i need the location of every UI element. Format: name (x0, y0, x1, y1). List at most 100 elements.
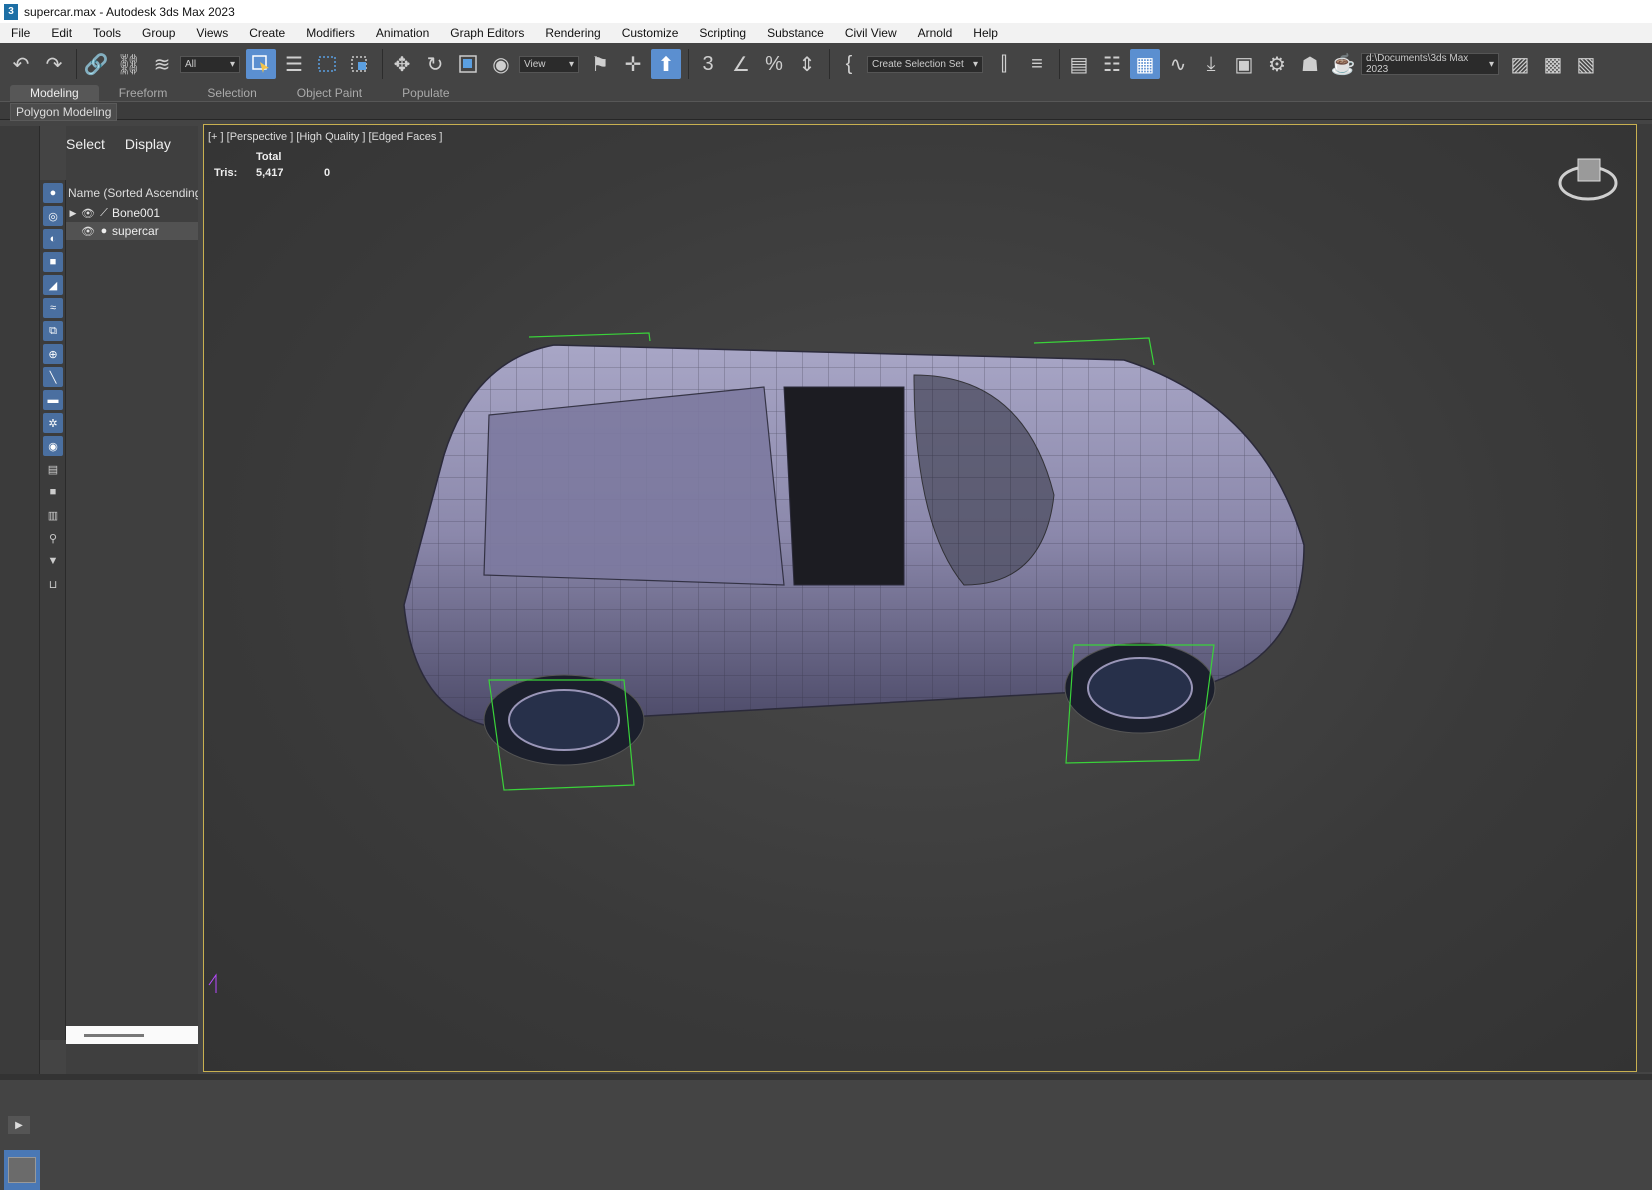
workspace-icon[interactable]: ▩ (1538, 49, 1568, 79)
helpers-filter-icon[interactable]: ◢ (43, 275, 63, 295)
menu-edit[interactable]: Edit (40, 26, 82, 40)
tab-display[interactable]: Display (125, 136, 171, 152)
material-editor-icon[interactable]: ▣ (1229, 49, 1259, 79)
menu-customize[interactable]: Customize (611, 26, 689, 40)
scene-explorer-toggle-icon[interactable]: ▤ (1064, 49, 1094, 79)
horizontal-scrollbar[interactable] (66, 1026, 198, 1044)
frozen-filter-icon[interactable]: ✲ (43, 413, 63, 433)
menu-graph-editors[interactable]: Graph Editors (439, 26, 534, 40)
shapes-filter-icon[interactable]: ◎ (43, 206, 63, 226)
menu-create[interactable]: Create (238, 26, 295, 40)
select-manipulate-icon[interactable]: ✛ (618, 49, 648, 79)
reference-coordinate-value: View (524, 58, 546, 70)
snaps-toggle-icon[interactable]: 3 (693, 49, 723, 79)
layer-icon[interactable]: ▤ (43, 459, 63, 479)
menu-substance[interactable]: Substance (756, 26, 834, 40)
percent-snap-icon[interactable]: % (759, 49, 789, 79)
rendered-frame-window-icon[interactable]: ☗ (1295, 49, 1325, 79)
cameras-filter-icon[interactable]: ■ (43, 252, 63, 272)
selection-filter-dropdown[interactable]: All ▾ (180, 55, 240, 73)
rotate-icon[interactable]: ↻ (420, 49, 450, 79)
tab-populate[interactable]: Populate (382, 85, 469, 101)
menu-group[interactable]: Group (131, 26, 185, 40)
geometry-filter-icon[interactable]: ● (43, 183, 63, 203)
list-item[interactable]: ▶ 👁 ⟋ Bone001 (66, 204, 198, 222)
menu-animation[interactable]: Animation (365, 26, 439, 40)
undo-icon[interactable]: ↶ (6, 49, 36, 79)
render-production-icon[interactable]: ☕ (1328, 49, 1358, 79)
explorer-settings-icon[interactable]: ⊔ (43, 574, 63, 594)
move-icon[interactable]: ✥ (387, 49, 417, 79)
curve-editor-icon[interactable]: ∿ (1163, 49, 1193, 79)
visibility-eye-icon[interactable]: 👁 (80, 207, 96, 220)
visibility-eye-icon[interactable]: 👁 (80, 225, 96, 238)
perspective-viewport[interactable]: [+ ] [Perspective ] [High Quality ] [Edg… (203, 124, 1637, 1072)
display-all-icon[interactable]: ■ (43, 482, 63, 502)
scale-icon[interactable] (453, 49, 483, 79)
xrefs-filter-icon[interactable]: ⊕ (43, 344, 63, 364)
window-crossing-icon[interactable] (345, 49, 375, 79)
menu-civil-view[interactable]: Civil View (834, 26, 907, 40)
scene-explorer: Select Display Name (Sorted Ascending) ▶… (66, 126, 198, 1074)
place-icon[interactable]: ◉ (486, 49, 516, 79)
tab-freeform[interactable]: Freeform (99, 85, 188, 101)
mirror-icon[interactable]: ⫿ (989, 49, 1019, 79)
display-none-icon[interactable]: ▥ (43, 505, 63, 525)
menu-arnold[interactable]: Arnold (907, 26, 963, 40)
menu-views[interactable]: Views (185, 26, 238, 40)
filter-options-icon[interactable]: ⚲ (43, 528, 63, 548)
column-header-name[interactable]: Name (Sorted Ascending) (68, 186, 198, 200)
lights-filter-icon[interactable]: ◐ (43, 229, 63, 249)
keyboard-shortcut-override-icon[interactable]: ⬆ (651, 49, 681, 79)
unlink-icon[interactable]: ⛓ (114, 49, 144, 79)
tab-selection[interactable]: Selection (187, 85, 276, 101)
align-icon[interactable]: ≡ (1022, 49, 1052, 79)
schematic-view-icon[interactable]: ⤓ (1196, 49, 1226, 79)
layer-explorer-icon[interactable]: ☷ (1097, 49, 1127, 79)
polygon-modeling-panel[interactable]: Polygon Modeling (10, 103, 118, 121)
menu-modifiers[interactable]: Modifiers (295, 26, 365, 40)
menu-tools[interactable]: Tools (82, 26, 131, 40)
pivot-center-icon[interactable]: ⚑ (585, 49, 615, 79)
title-bar: 3 supercar.max - Autodesk 3ds Max 2023 (0, 0, 1652, 23)
select-object-icon[interactable] (246, 49, 276, 79)
bind-space-warp-icon[interactable]: ≋ (147, 49, 177, 79)
expand-arrow-icon[interactable]: ▶ (66, 208, 80, 219)
viewport-label[interactable]: [+ ] [Perspective ] [High Quality ] [Edg… (208, 131, 442, 143)
chevron-down-icon: ▾ (972, 58, 978, 70)
toolbar-separator (829, 49, 830, 79)
tab-modeling[interactable]: Modeling (10, 85, 99, 101)
angle-snap-icon[interactable]: ∠ (726, 49, 756, 79)
hidden-filter-icon[interactable]: ◉ (43, 436, 63, 456)
redo-icon[interactable]: ↷ (39, 49, 69, 79)
supercar-model[interactable] (204, 125, 1637, 1072)
project-path-dropdown[interactable]: d:\Documents\3ds Max 2023 ▾ (1361, 53, 1499, 75)
tab-object-paint[interactable]: Object Paint (277, 85, 382, 101)
edit-named-selection-icon[interactable]: { (834, 49, 864, 79)
menu-help[interactable]: Help (962, 26, 1008, 40)
spinner-snap-icon[interactable]: ⇕ (792, 49, 822, 79)
menu-file[interactable]: File (0, 26, 40, 40)
reference-coordinate-dropdown[interactable]: View ▾ (519, 55, 579, 73)
menu-rendering[interactable]: Rendering (534, 26, 610, 40)
select-by-name-icon[interactable]: ☰ (279, 49, 309, 79)
menu-scripting[interactable]: Scripting (688, 26, 756, 40)
list-item[interactable]: 👁 ● supercar (66, 222, 198, 240)
link-icon[interactable]: 🔗 (81, 49, 111, 79)
filter-icon[interactable]: ▼ (43, 551, 63, 571)
project-folder-icon[interactable]: ▨ (1505, 49, 1535, 79)
tab-select[interactable]: Select (66, 136, 105, 152)
chevron-down-icon: ▾ (229, 58, 235, 70)
ribbon-toggle-icon[interactable]: ▦ (1130, 49, 1160, 79)
render-setup-icon[interactable]: ⚙ (1262, 49, 1292, 79)
groups-filter-icon[interactable]: ⧉ (43, 321, 63, 341)
containers-filter-icon[interactable]: ▬ (43, 390, 63, 410)
rectangular-selection-icon[interactable] (312, 49, 342, 79)
bones-filter-icon[interactable]: ╲ (43, 367, 63, 387)
more-tools-icon[interactable]: ▧ (1571, 49, 1601, 79)
expand-panel-icon[interactable]: ▶ (8, 1116, 30, 1134)
selection-set-dropdown[interactable]: Create Selection Set ▾ (867, 55, 983, 73)
space-warps-filter-icon[interactable]: ≈ (43, 298, 63, 318)
viewcube-icon[interactable] (1558, 153, 1618, 209)
viewport-layout-icon[interactable] (4, 1150, 40, 1190)
